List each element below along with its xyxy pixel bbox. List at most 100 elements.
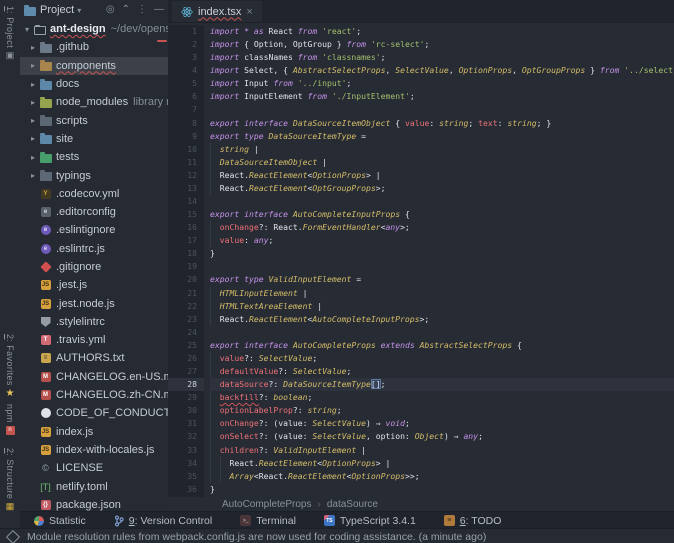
line-number[interactable]: 15 [168, 208, 204, 221]
line-number[interactable]: 31 [168, 417, 204, 430]
line-number[interactable]: 21 [168, 287, 204, 300]
chevron-right-icon[interactable]: ▸ [28, 43, 38, 52]
tree-item[interactable]: JSindex-with-locales.js [20, 441, 168, 459]
code-line[interactable]: Array<React.ReactElement<OptionProps>>; [210, 470, 674, 483]
code-line[interactable] [210, 326, 674, 339]
tree-item[interactable]: ≡AUTHORS.txt [20, 349, 168, 367]
line-number[interactable]: 3 [168, 51, 204, 64]
event-package-icon[interactable] [6, 529, 20, 543]
line-number[interactable]: 6 [168, 90, 204, 103]
line-number[interactable]: 4 [168, 64, 204, 77]
stripe-button-npm[interactable]: npmn [0, 404, 20, 435]
tree-item[interactable]: e.eslintignore [20, 221, 168, 239]
code-line[interactable]: import InputElement from './InputElement… [210, 90, 674, 103]
tree-item[interactable]: ▸site [20, 130, 168, 148]
tree-item[interactable]: [T]netlify.toml [20, 477, 168, 495]
line-number[interactable]: 14 [168, 195, 204, 208]
code-line[interactable]: string | [210, 143, 674, 156]
code-line[interactable] [210, 260, 674, 273]
tree-item[interactable]: ▸docs [20, 75, 168, 93]
code-line[interactable]: onChange?: React.FormEventHandler<any>; [210, 221, 674, 234]
code-line[interactable] [210, 103, 674, 116]
tool-button-todo[interactable]: ≡6: TODO [444, 515, 502, 527]
code-line[interactable]: DataSourceItemObject | [210, 156, 674, 169]
tree-item[interactable]: .gitignore [20, 258, 168, 276]
line-number[interactable]: 9 [168, 130, 204, 143]
line-number[interactable]: 28 [168, 378, 204, 391]
code-line[interactable]: onSelect?: (value: SelectValue, option: … [210, 430, 674, 443]
code-line[interactable]: import Select, { AbstractSelectProps, Se… [210, 64, 674, 77]
line-number[interactable]: 35 [168, 470, 204, 483]
line-number[interactable]: 24 [168, 326, 204, 339]
line-number[interactable]: 20 [168, 273, 204, 286]
breadcrumb-item[interactable]: AutoCompleteProps [222, 499, 312, 510]
line-number[interactable]: 11 [168, 156, 204, 169]
code-line[interactable]: React.ReactElement<OptionProps> | [210, 457, 674, 470]
line-number[interactable]: 19 [168, 260, 204, 273]
line-number[interactable]: 12 [168, 169, 204, 182]
code-line[interactable]: import classNames from 'classnames'; [210, 51, 674, 64]
tree-item[interactable]: T.travis.yml [20, 331, 168, 349]
tree-item[interactable]: ▸components [20, 57, 168, 75]
code-line[interactable]: defaultValue?: SelectValue; [210, 365, 674, 378]
project-view-selector[interactable]: Project ▾ [40, 4, 81, 16]
line-number[interactable]: 1 [168, 25, 204, 38]
tree-item[interactable]: ▸typings [20, 166, 168, 184]
tree-item[interactable]: ▸node_moduleslibrary root [20, 93, 168, 111]
line-number[interactable]: 16 [168, 221, 204, 234]
line-number[interactable]: 2 [168, 38, 204, 51]
status-message[interactable]: Module resolution rules from webpack.con… [27, 531, 486, 543]
code-line[interactable]: dataSource?: DataSourceItemType[]; [210, 378, 674, 391]
code-line[interactable]: value?: SelectValue; [210, 352, 674, 365]
code-line[interactable] [210, 195, 674, 208]
collapse-all-icon[interactable]: ⌃ [122, 5, 130, 15]
chevron-down-icon[interactable]: ▾ [22, 25, 32, 34]
code-line[interactable]: React.ReactElement<OptionProps> | [210, 169, 674, 182]
code-line[interactable]: } [210, 247, 674, 260]
tool-button-terminal[interactable]: >_Terminal [240, 515, 296, 527]
tree-item[interactable]: CODE_OF_CONDUCT.md [20, 404, 168, 422]
tool-button-statistic[interactable]: Statistic [34, 515, 86, 527]
line-number[interactable]: 18 [168, 247, 204, 260]
code-line[interactable]: backfill?: boolean; [210, 391, 674, 404]
editor-gutter[interactable]: 1234567891011121314151617181920212223242… [168, 25, 204, 497]
tree-item[interactable]: ©LICENSE [20, 459, 168, 477]
chevron-right-icon[interactable]: ▸ [28, 171, 38, 180]
line-number[interactable]: 17 [168, 234, 204, 247]
tree-item[interactable]: e.editorconfig [20, 203, 168, 221]
line-number[interactable]: 23 [168, 313, 204, 326]
tree-item[interactable]: e.eslintrc.js [20, 240, 168, 258]
tab-close-icon[interactable]: × [246, 6, 252, 18]
chevron-right-icon[interactable]: ▸ [28, 98, 38, 107]
line-number[interactable]: 22 [168, 300, 204, 313]
code-line[interactable]: export interface DataSourceItemObject { … [210, 117, 674, 130]
tree-item[interactable]: ▸scripts [20, 111, 168, 129]
line-number[interactable]: 5 [168, 77, 204, 90]
code-line[interactable]: export interface AutoCompleteInputProps … [210, 208, 674, 221]
stripe-button-structure[interactable]: 2: Structure▦ [0, 448, 20, 511]
code-line[interactable]: export interface AutoCompleteProps exten… [210, 339, 674, 352]
line-number[interactable]: 25 [168, 339, 204, 352]
chevron-right-icon[interactable]: ▸ [28, 116, 38, 125]
chevron-right-icon[interactable]: ▸ [28, 134, 38, 143]
chevron-right-icon[interactable]: ▸ [28, 80, 38, 89]
line-number[interactable]: 13 [168, 182, 204, 195]
code-line[interactable]: import Input from '../input'; [210, 77, 674, 90]
line-number[interactable]: 30 [168, 404, 204, 417]
tree-item[interactable]: Y.codecov.yml [20, 185, 168, 203]
more-options-icon[interactable]: ⋮ [137, 5, 147, 15]
code-line[interactable]: React.ReactElement<AutoCompleteInputProp… [210, 313, 674, 326]
settings-icon[interactable]: ◎ [106, 5, 115, 15]
line-number[interactable]: 8 [168, 117, 204, 130]
tree-item[interactable]: JS.jest.js [20, 276, 168, 294]
line-number[interactable]: 33 [168, 444, 204, 457]
line-number[interactable]: 26 [168, 352, 204, 365]
tree-item[interactable]: MCHANGELOG.en-US.md [20, 368, 168, 386]
code-line[interactable]: import * as React from 'react'; [210, 25, 674, 38]
tree-item[interactable]: ▸tests [20, 148, 168, 166]
code-line[interactable]: optionLabelProp?: string; [210, 404, 674, 417]
tool-button-typescript[interactable]: TSTypeScript 3.4.1 [324, 515, 416, 527]
code-editor[interactable]: import * as React from 'react';import { … [204, 25, 674, 497]
tree-item[interactable]: ▾ant-design~/dev/opensource/an [20, 20, 168, 38]
line-number[interactable]: 10 [168, 143, 204, 156]
